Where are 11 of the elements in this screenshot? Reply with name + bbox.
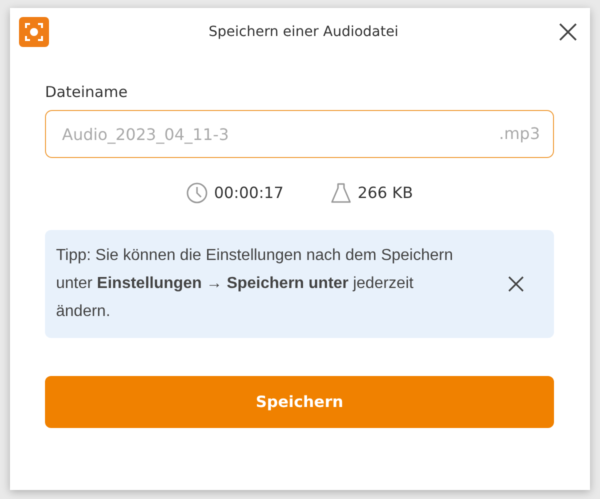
clock-icon <box>186 182 208 204</box>
duration-text: 00:00:17 <box>214 184 284 202</box>
field-label: Dateiname <box>45 83 129 101</box>
file-extension: .mp3 <box>498 124 540 143</box>
size-text: 266 KB <box>358 184 413 202</box>
app-logo-icon <box>19 17 49 47</box>
close-button[interactable] <box>558 22 578 42</box>
tip-text: Tipp: Sie können die Einstellungen nach dem Speichern unter Einstellungen → Speichern unter jederzeit ändern. <box>56 246 454 322</box>
save-button[interactable]: Speichern <box>45 376 554 428</box>
close-button[interactable] <box>507 275 525 293</box>
window-title: Speichern einer Audiodatei <box>208 24 400 40</box>
